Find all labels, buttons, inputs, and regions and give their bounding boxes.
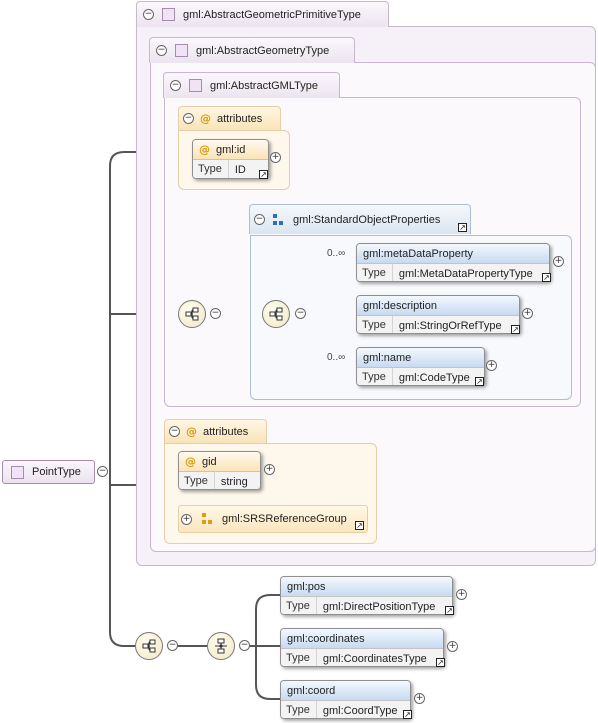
collapse-toggle-sequence[interactable]: − (167, 640, 178, 651)
type-label: Type (357, 368, 393, 385)
element-name: gml:coordinates (287, 632, 365, 645)
collapse-toggle-sequence[interactable]: − (210, 308, 221, 319)
attributes-tab-2[interactable]: − @ attributes (164, 419, 267, 443)
complex-type-icon (11, 465, 24, 479)
collapse-icon[interactable]: − (170, 80, 181, 91)
attribute-type: string (220, 475, 248, 488)
root-type-label: PointType (32, 466, 81, 478)
root-type-pointtype[interactable]: PointType (2, 460, 95, 484)
type-label-geometry: gml:AbstractGeometryType (196, 44, 330, 57)
collapse-toggle-sequence[interactable]: − (295, 308, 306, 319)
group-label: gml:StandardObjectProperties (293, 213, 441, 226)
element-card-description[interactable]: gml:description Type gml:StringOrRefType (356, 295, 520, 334)
element-name: gml:description (363, 299, 437, 312)
at-sign-icon: @ (199, 143, 210, 156)
type-label: Type (281, 701, 317, 718)
element-type: gml:CodeType (398, 371, 470, 384)
type-tab-gml[interactable]: − gml:AbstractGMLType (163, 72, 340, 98)
expand-toggle-metadataproperty[interactable]: + (553, 256, 564, 267)
standard-object-properties-tab[interactable]: − gml:StandardObjectProperties (249, 204, 471, 234)
attributes-label: attributes (203, 425, 249, 438)
type-label-gml: gml:AbstractGMLType (210, 79, 318, 92)
element-name: gml:coord (287, 684, 336, 697)
type-label: Type (193, 160, 229, 178)
type-label-primitive: gml:AbstractGeometricPrimitiveType (183, 8, 361, 21)
element-type: gml:MetaDataPropertyType (398, 267, 533, 280)
expand-toggle-gid[interactable]: + (264, 464, 275, 475)
type-tab-primitive[interactable]: − gml:AbstractGeometricPrimitiveType (136, 1, 389, 27)
attribute-group-ref-srsreferencegroup[interactable]: + gml:SRSReferenceGroup (178, 505, 368, 533)
element-type: gml:CoordType (322, 704, 398, 717)
occurrence-label: 0..∞ (327, 248, 346, 259)
expand-toggle-coordinates[interactable]: + (447, 641, 458, 652)
reference-link-icon[interactable]: ↗ (458, 223, 467, 232)
complex-type-icon (175, 44, 188, 57)
collapse-icon[interactable]: − (143, 9, 154, 20)
expand-icon[interactable]: + (181, 513, 192, 525)
type-tab-geometry[interactable]: − gml:AbstractGeometryType (149, 37, 355, 63)
attribute-card-gml-id[interactable]: @ gml:id Type ID (192, 139, 269, 179)
attribute-group-icon (202, 513, 212, 524)
element-card-name[interactable]: gml:name Type gml:CodeType (356, 347, 485, 386)
occurrence-label: 0..∞ (327, 352, 346, 363)
at-sign-icon: @ (200, 112, 211, 125)
complex-type-icon (189, 79, 202, 92)
collapse-icon[interactable]: − (183, 113, 194, 124)
element-type: gml:CoordinatesType (322, 652, 427, 665)
collapse-toggle-root[interactable]: − (97, 466, 108, 477)
group-ref-label: gml:SRSReferenceGroup (222, 513, 347, 525)
expand-toggle-name[interactable]: + (486, 360, 497, 371)
sequence-compositor-icon[interactable] (262, 300, 290, 328)
type-label: Type (179, 472, 215, 489)
attributes-tab-1[interactable]: − @ attributes (178, 106, 281, 130)
element-card-coord[interactable]: gml:coord Type gml:CoordType (280, 680, 411, 719)
expand-toggle-pos[interactable]: + (456, 589, 467, 600)
expand-toggle-gml-id[interactable]: + (270, 152, 281, 163)
element-name: gml:name (363, 351, 412, 364)
element-card-metadataproperty[interactable]: gml:metaDataProperty Type gml:MetaDataPro… (356, 243, 550, 282)
choice-compositor-icon[interactable] (207, 632, 235, 660)
element-name: gml:pos (287, 580, 326, 593)
reference-link-icon[interactable]: ↗ (355, 521, 364, 530)
type-label: Type (281, 649, 317, 666)
attribute-name: gid (202, 455, 217, 468)
element-card-coordinates[interactable]: gml:coordinates Type gml:CoordinatesType (280, 628, 444, 667)
element-group-icon (273, 213, 283, 225)
reference-link-icon[interactable]: ↗ (511, 325, 520, 334)
reference-link-icon[interactable]: ↗ (445, 606, 454, 615)
attribute-type: ID (234, 163, 246, 176)
element-card-pos[interactable]: gml:pos Type gml:DirectPositionType (280, 576, 453, 615)
at-sign-icon: @ (185, 455, 196, 468)
reference-link-icon[interactable]: ↗ (259, 170, 268, 179)
collapse-icon[interactable]: − (156, 45, 167, 56)
complex-type-icon (162, 8, 175, 21)
reference-link-icon[interactable]: ↗ (475, 377, 484, 386)
element-type: gml:DirectPositionType (322, 600, 436, 613)
attributes-label: attributes (217, 112, 263, 125)
element-type: gml:StringOrRefType (398, 319, 502, 332)
reference-link-icon[interactable]: ↗ (542, 273, 551, 282)
type-label: Type (357, 316, 393, 333)
collapse-icon[interactable]: − (254, 214, 265, 225)
at-sign-icon: @ (186, 425, 197, 438)
attribute-name: gml:id (216, 143, 246, 156)
collapse-icon[interactable]: − (169, 426, 180, 437)
element-name: gml:metaDataProperty (363, 247, 474, 260)
type-label: Type (357, 264, 393, 281)
reference-link-icon[interactable]: ↗ (436, 658, 445, 667)
attribute-card-gid[interactable]: @ gid Type string (178, 451, 261, 490)
expand-toggle-description[interactable]: + (522, 308, 533, 319)
expand-toggle-coord[interactable]: + (414, 693, 425, 704)
reference-link-icon[interactable]: ↗ (403, 710, 412, 719)
sequence-compositor-icon[interactable] (135, 632, 163, 660)
type-label: Type (281, 597, 317, 614)
collapse-toggle-choice[interactable]: − (239, 640, 250, 651)
sequence-compositor-icon[interactable] (178, 300, 206, 328)
